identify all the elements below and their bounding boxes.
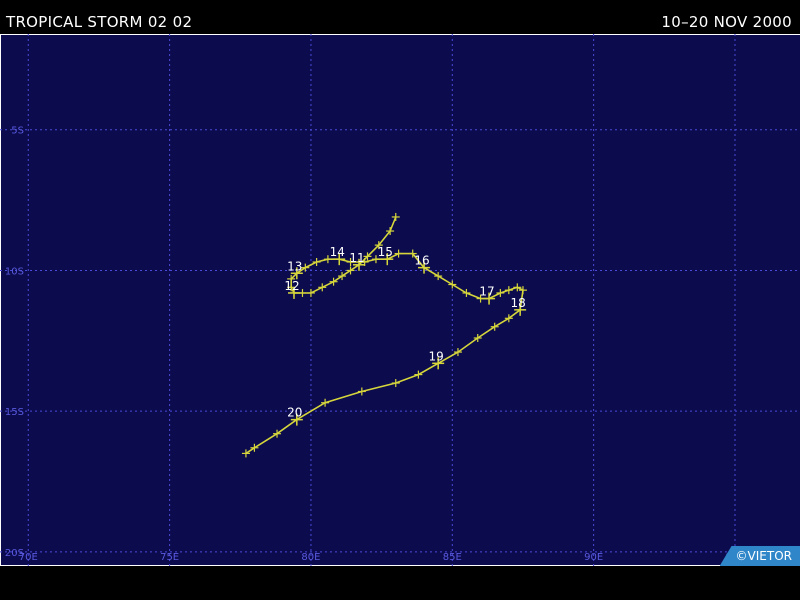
day-label-12: 12 [284,279,299,293]
lat-label-5S: 5S [11,126,24,137]
lat-label-10S: 10S [5,266,24,277]
lon-label-80E: 80E [301,552,320,563]
date-range: 10–20 NOV 2000 [661,13,792,31]
day-label-11: 11 [349,251,364,265]
day-label-20: 20 [287,406,302,420]
lon-label-85E: 85E [443,552,462,563]
day-label-19: 19 [429,349,444,363]
ocean-background [0,34,800,566]
day-label-14: 14 [330,245,345,259]
map-canvas: 70E75E80E85E90E95E5S10S15S20S 1112131415… [0,34,800,566]
lon-label-75E: 75E [160,552,179,563]
day-label-17: 17 [479,285,494,299]
day-label-18: 18 [511,296,526,310]
lat-label-20S: 20S [5,548,24,559]
lon-label-90E: 90E [584,552,603,563]
storm-title: TROPICAL STORM 02 02 [6,13,193,31]
track-map: 70E75E80E85E90E95E5S10S15S20S 1112131415… [0,34,800,566]
lat-label-15S: 15S [5,407,24,418]
title-bar: TROPICAL STORM 02 02 10–20 NOV 2000 [0,0,800,34]
bottom-bar [0,566,800,600]
day-label-15: 15 [378,245,393,259]
day-label-16: 16 [414,254,429,268]
day-label-13: 13 [287,259,302,273]
credit-badge: ©VIETOR [719,546,800,566]
